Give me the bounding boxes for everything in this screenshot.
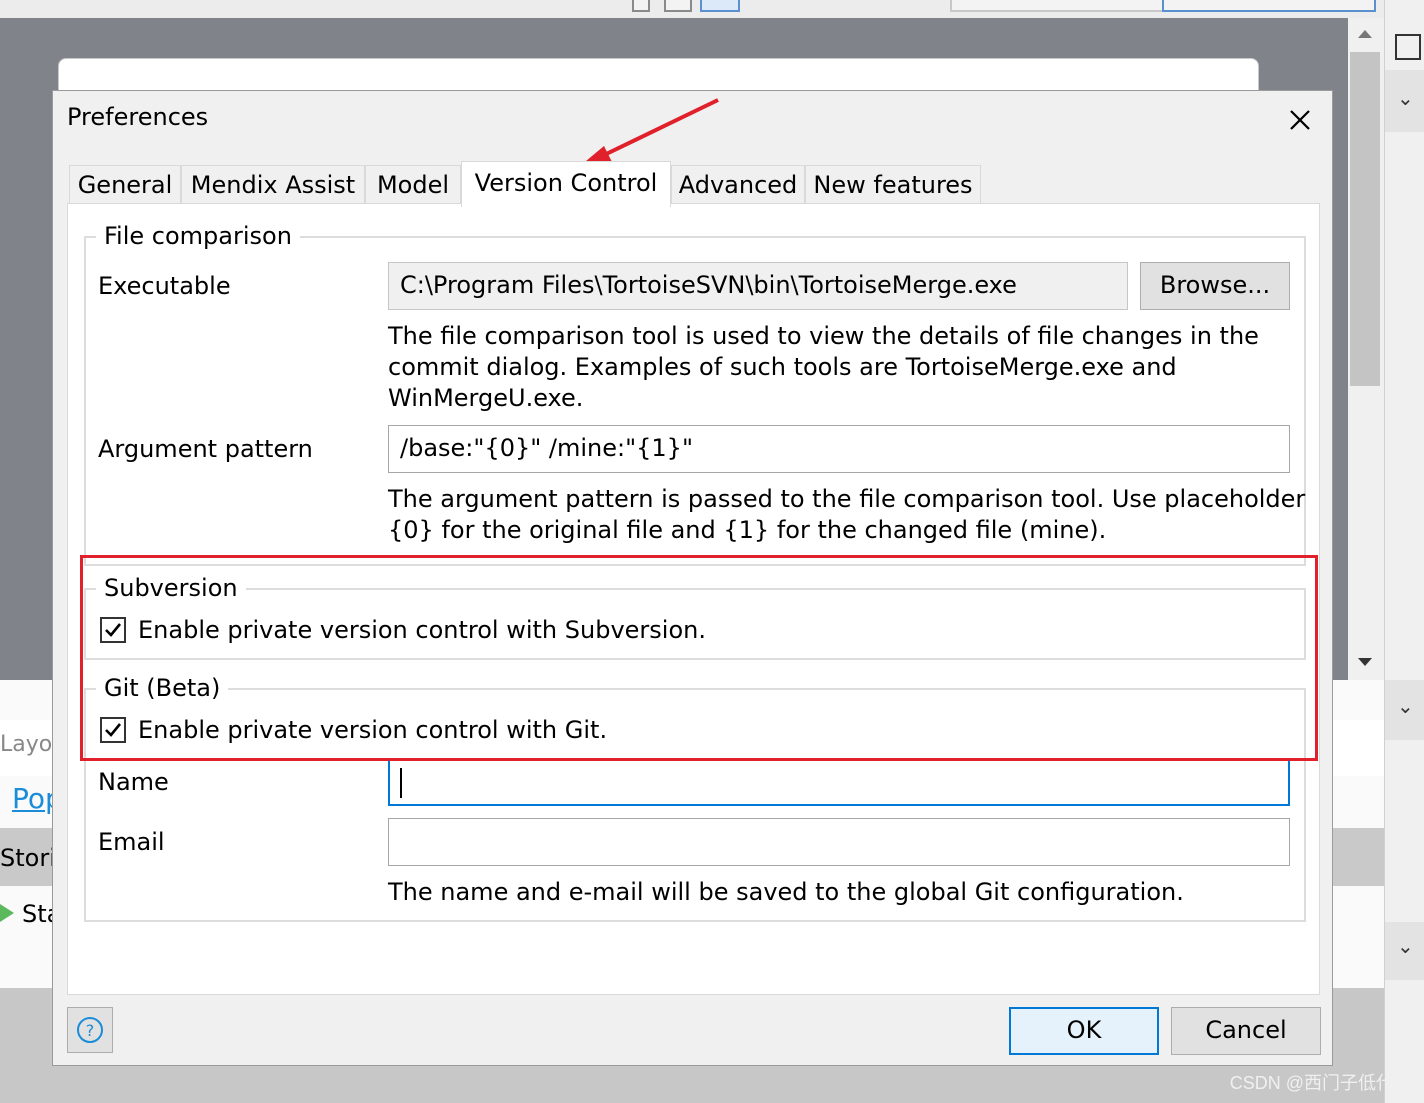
argument-pattern-field[interactable]: /base:"{0}" /mine:"{1}" bbox=[388, 425, 1290, 473]
tab-model[interactable]: Model bbox=[365, 165, 461, 203]
git-checkbox-label[interactable]: Enable private version control with Git. bbox=[138, 716, 607, 744]
help-icon: ? bbox=[77, 1017, 103, 1043]
help-button[interactable]: ? bbox=[67, 1007, 113, 1053]
chevron-down-icon[interactable]: ⌄ bbox=[1397, 86, 1414, 110]
git-name-label: Name bbox=[98, 768, 169, 796]
watermark: CSDN @西门子低代码 bbox=[1229, 1073, 1412, 1093]
background-toolbar bbox=[0, 0, 1384, 18]
play-icon[interactable] bbox=[0, 904, 14, 922]
subversion-checkbox-label[interactable]: Enable private version control with Subv… bbox=[138, 616, 706, 644]
tab-version-control[interactable]: Version Control bbox=[461, 161, 671, 207]
svg-text:?: ? bbox=[86, 1021, 95, 1040]
subversion-legend: Subversion bbox=[96, 574, 246, 602]
background-label: Layo bbox=[0, 732, 53, 757]
toolbar-icon-fragment bbox=[664, 0, 692, 12]
toolbar-field-fragment bbox=[1162, 0, 1376, 12]
scroll-down-icon[interactable] bbox=[1358, 658, 1372, 666]
scroll-up-icon[interactable] bbox=[1358, 30, 1372, 38]
tab-panel-version-control: File comparison Executable C:\Program Fi… bbox=[67, 203, 1320, 995]
background-scrollbar[interactable] bbox=[1348, 18, 1384, 680]
preferences-dialog: Preferences General Mendix Assist Model … bbox=[52, 90, 1333, 1066]
scrollbar-thumb[interactable] bbox=[1350, 52, 1380, 386]
git-name-input[interactable] bbox=[388, 758, 1290, 806]
dialog-title: Preferences bbox=[67, 103, 209, 131]
chevron-down-icon[interactable]: ⌄ bbox=[1397, 694, 1414, 718]
executable-label: Executable bbox=[98, 272, 231, 300]
ok-button[interactable]: OK bbox=[1009, 1007, 1159, 1055]
git-checkbox[interactable] bbox=[100, 717, 126, 743]
argument-pattern-label: Argument pattern bbox=[98, 435, 313, 463]
panel-toggle-icon[interactable] bbox=[1395, 34, 1421, 60]
toolbar-icon-fragment bbox=[632, 0, 650, 12]
text-caret bbox=[400, 768, 402, 798]
git-legend: Git (Beta) bbox=[96, 674, 229, 702]
cancel-button[interactable]: Cancel bbox=[1171, 1007, 1321, 1055]
executable-field[interactable]: C:\Program Files\TortoiseSVN\bin\Tortois… bbox=[388, 262, 1128, 310]
executable-help-text: The file comparison tool is used to view… bbox=[388, 322, 1259, 412]
tab-mendix-assist[interactable]: Mendix Assist bbox=[181, 165, 365, 203]
chevron-down-icon[interactable]: ⌄ bbox=[1397, 934, 1414, 958]
git-help-text: The name and e-mail will be saved to the… bbox=[388, 878, 1184, 906]
subversion-checkbox[interactable] bbox=[100, 617, 126, 643]
toolbar-icon-fragment bbox=[700, 0, 740, 12]
right-side-panel: ⌄ ⌄ ⌄ bbox=[1384, 0, 1424, 1103]
toolbar-field-fragment bbox=[950, 0, 1166, 12]
tab-advanced[interactable]: Advanced bbox=[671, 165, 805, 203]
close-icon[interactable] bbox=[1285, 105, 1315, 135]
tab-general[interactable]: General bbox=[69, 165, 181, 203]
browse-button[interactable]: Browse... bbox=[1140, 262, 1290, 310]
argument-help-text: The argument pattern is passed to the fi… bbox=[388, 485, 1306, 544]
git-email-input[interactable] bbox=[388, 818, 1290, 866]
git-email-label: Email bbox=[98, 828, 165, 856]
tab-new-features[interactable]: New features bbox=[805, 165, 981, 203]
file-comparison-legend: File comparison bbox=[96, 222, 300, 250]
